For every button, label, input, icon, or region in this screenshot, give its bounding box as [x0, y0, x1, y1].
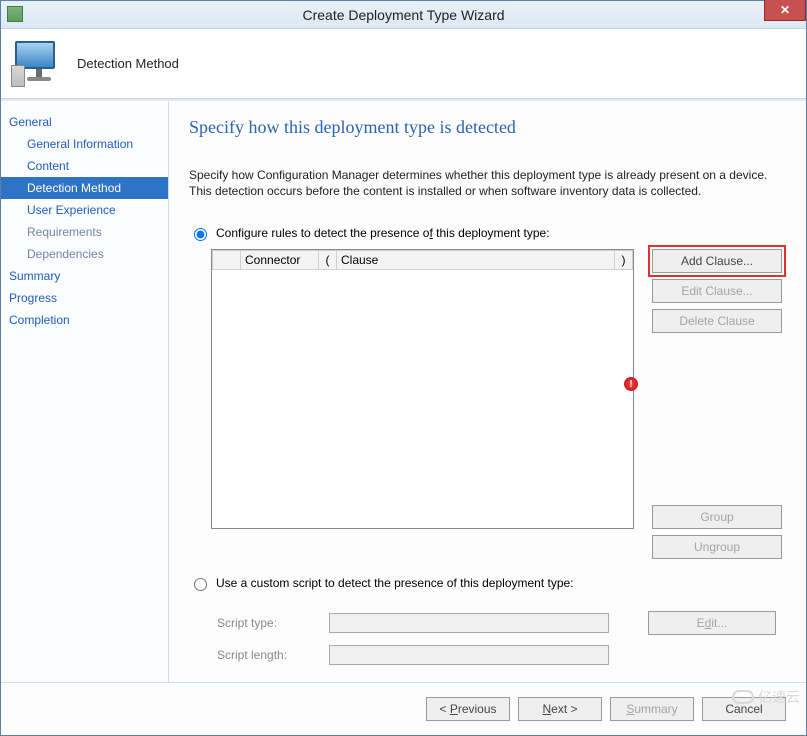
wizard-body: General General Information Content Dete…: [1, 99, 806, 682]
title-bar: Create Deployment Type Wizard ✕: [1, 1, 806, 29]
nav-dependencies: Dependencies: [1, 243, 168, 265]
next-button[interactable]: Next >: [518, 697, 602, 721]
script-type-field: [329, 613, 609, 633]
radio-custom-script-label[interactable]: Use a custom script to detect the presen…: [216, 576, 574, 590]
script-length-label: Script length:: [213, 641, 323, 669]
radio-custom-script[interactable]: [194, 578, 207, 591]
radio-configure-rules[interactable]: [194, 228, 207, 241]
error-icon: !: [624, 377, 638, 391]
col-open: (: [319, 251, 337, 270]
wizard-footer: < Previous Next > Summary Cancel: [1, 682, 806, 735]
ungroup-button: Ungroup: [652, 535, 782, 559]
nav-content[interactable]: Content: [1, 155, 168, 177]
nav-sidebar: General General Information Content Dete…: [1, 101, 169, 682]
window-title: Create Deployment Type Wizard: [302, 7, 504, 23]
col-empty: [213, 251, 241, 270]
edit-clause-button: Edit Clause...: [652, 279, 782, 303]
app-icon: [7, 6, 23, 22]
previous-button[interactable]: < Previous: [426, 697, 510, 721]
col-clause: Clause: [337, 251, 615, 270]
nav-requirements: Requirements: [1, 221, 168, 243]
group-button: Group: [652, 505, 782, 529]
computer-icon: [15, 41, 63, 87]
wizard-header: Detection Method: [1, 29, 806, 99]
rules-grid[interactable]: Connector ( Clause ): [211, 249, 634, 529]
watermark: 亿速云: [732, 687, 800, 707]
radio-custom-script-row: Use a custom script to detect the presen…: [189, 575, 782, 591]
col-close: ): [615, 251, 633, 270]
nav-progress[interactable]: Progress: [1, 287, 168, 309]
nav-completion[interactable]: Completion: [1, 309, 168, 331]
close-button[interactable]: ✕: [764, 0, 806, 21]
watermark-text: 亿速云: [758, 687, 800, 707]
intro-text: Specify how Configuration Manager determ…: [189, 168, 782, 199]
radio-configure-rules-row: Configure rules to detect the presence o…: [189, 225, 782, 241]
rules-area: Connector ( Clause ) ! Add Clause... Edi…: [211, 249, 782, 559]
clause-buttons: Add Clause... Edit Clause... Delete Clau…: [652, 249, 782, 559]
script-type-label: Script type:: [213, 607, 323, 639]
script-table: Script type: Edit... Script length:: [211, 605, 782, 671]
nav-general-information[interactable]: General Information: [1, 133, 168, 155]
stage-title: Detection Method: [77, 56, 179, 71]
script-length-field: [329, 645, 609, 665]
cloud-icon: [732, 690, 754, 704]
main-panel: Specify how this deployment type is dete…: [169, 101, 806, 682]
delete-clause-button: Delete Clause: [652, 309, 782, 333]
add-clause-button[interactable]: Add Clause...: [652, 249, 782, 273]
page-heading: Specify how this deployment type is dete…: [189, 117, 782, 138]
nav-general[interactable]: General: [1, 111, 168, 133]
script-edit-button: Edit...: [648, 611, 776, 635]
radio-configure-rules-label[interactable]: Configure rules to detect the presence o…: [216, 226, 550, 240]
nav-detection-method[interactable]: Detection Method: [1, 177, 168, 199]
col-connector: Connector: [241, 251, 319, 270]
nav-summary[interactable]: Summary: [1, 265, 168, 287]
summary-button: Summary: [610, 697, 694, 721]
nav-user-experience[interactable]: User Experience: [1, 199, 168, 221]
wizard-window: Create Deployment Type Wizard ✕ Detectio…: [0, 0, 807, 736]
